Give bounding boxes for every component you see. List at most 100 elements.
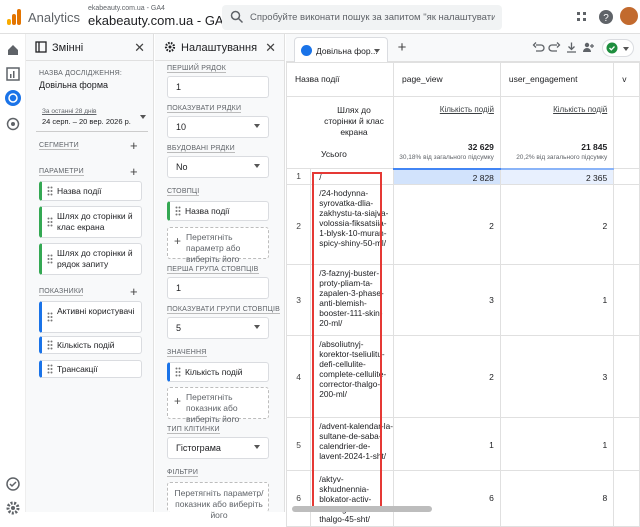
account-name[interactable]: ekabeauty.com.ua - GA4 <box>88 5 165 12</box>
search-input[interactable]: Спробуйте виконати пошук за запитом "як … <box>222 5 502 30</box>
metric-label: Трансакції <box>57 364 98 374</box>
row-dimension-label: Шлях до сторінки й клас екрана <box>324 105 384 137</box>
avatar[interactable] <box>620 7 638 25</box>
close-variables-icon[interactable]: ✕ <box>134 40 145 56</box>
cell-type-select[interactable]: Гістограма <box>167 437 269 459</box>
table-row[interactable]: 5 /advent-kalendar-la-sultane-de-saba-ca… <box>285 417 640 471</box>
total-value: 21 845 <box>581 142 608 152</box>
first-row-input[interactable]: 1 <box>167 76 269 98</box>
apps-grid-icon[interactable] <box>574 9 590 25</box>
variables-icon <box>35 41 47 53</box>
table-row[interactable]: 2 /24-hodynna-syrovatka-dlia-zakhystu-ta… <box>285 184 640 265</box>
chevron-down-icon <box>254 124 260 128</box>
column-header-page-view[interactable]: page_view <box>393 62 501 97</box>
status-toggle[interactable] <box>602 39 634 57</box>
cell-page-view: 2 <box>393 335 501 418</box>
app-title: Analytics <box>28 10 81 25</box>
property-selector[interactable]: ekabeauty.com.ua - GA4 <box>88 13 231 28</box>
metric-label: Кількість подій <box>57 340 115 350</box>
column-chip-event-name[interactable]: Назва події <box>167 201 269 221</box>
total-percent: 20,2% від загального підсумку <box>516 154 608 161</box>
segments-label: СЕГМЕНТИ <box>39 142 79 150</box>
table-row[interactable]: 6 /aktyv-skhudnennia-blokator-activ-refi… <box>285 470 640 527</box>
show-col-groups-select[interactable]: 5 <box>167 317 269 339</box>
close-settings-icon[interactable]: ✕ <box>265 40 276 56</box>
totals-user-engagement: Кількість подій 21 845 20,2% від загальн… <box>499 96 615 169</box>
date-range-selector[interactable]: За останні 28 днів 24 серп. – 20 вер. 20… <box>36 104 148 132</box>
first-row-value: 1 <box>176 82 182 92</box>
show-rows-label: ПОКАЗУВАТИ РЯДКИ <box>167 105 242 113</box>
row-path: /3-faznyj-buster-proty-pliam-ta-zapalen-… <box>310 264 394 336</box>
cell-user-engagement: 2 <box>499 184 615 265</box>
drop-metric-zone[interactable]: + Перетягніть показник або виберіть його <box>167 387 269 424</box>
column-header-next[interactable]: v <box>613 62 640 97</box>
horizontal-scrollbar[interactable] <box>292 506 432 512</box>
metric-chip-event-count[interactable]: Кількість подій <box>39 336 142 354</box>
table-row[interactable]: 1 / 2 828 2 365 <box>285 167 640 185</box>
add-metric-icon[interactable]: + <box>130 284 138 299</box>
metric-label: Кількість подій <box>439 105 494 114</box>
advertising-icon[interactable] <box>5 116 21 132</box>
row-number: 5 <box>285 417 312 471</box>
row-path: / <box>310 168 394 185</box>
free-form-icon <box>301 45 312 56</box>
date-range: 24 серп. – 20 вер. 2026 р. <box>42 117 131 126</box>
column-header-user-engagement[interactable]: user_engagement <box>499 62 615 97</box>
totals-label: Усього <box>321 149 347 159</box>
cell-user-engagement: 1 <box>499 417 615 471</box>
cell-page-view: 2 828 <box>393 167 501 185</box>
exploration-name[interactable]: Довільна форма <box>39 80 108 90</box>
variables-title: Змінні <box>52 42 84 54</box>
cell-user-engagement: 8 <box>499 470 615 527</box>
add-icon: + <box>174 234 182 248</box>
cell-page-view: 6 <box>393 470 501 527</box>
values-label: ЗНАЧЕННЯ <box>167 349 207 357</box>
table-row[interactable]: 4 /absoliutnyj-korektor-tseliulitu-defi-… <box>285 335 640 418</box>
row-number: 1 <box>285 168 312 185</box>
dimension-label: Назва події <box>57 186 102 196</box>
chevron-down-icon <box>140 115 146 119</box>
drop-dimension-zone[interactable]: + Перетягніть параметр або виберіть його <box>167 227 269 264</box>
redo-icon[interactable] <box>548 41 561 54</box>
reports-icon[interactable] <box>5 66 21 82</box>
cell-next <box>613 184 640 265</box>
home-icon[interactable] <box>5 42 21 58</box>
admin-check-icon[interactable] <box>5 476 21 492</box>
add-segment-icon[interactable]: + <box>130 138 138 153</box>
share-user-icon[interactable] <box>582 41 595 54</box>
row-path: /absoliutnyj-korektor-tseliulitu-defi-ce… <box>310 335 394 418</box>
drop-filter-text: Перетягніть параметр/ показник або вибер… <box>174 488 264 520</box>
show-rows-select[interactable]: 10 <box>167 116 269 138</box>
dimension-chip-page-path-class[interactable]: Шлях до сторінки й клас екрана <box>39 206 142 238</box>
report-area: Довільна фор... + Назва події page_view … <box>285 34 640 527</box>
drop-filter-zone[interactable]: Перетягніть параметр/ показник або вибер… <box>167 482 269 520</box>
dimension-chip-page-path-query[interactable]: Шлях до сторінки й рядок запиту <box>39 243 142 275</box>
explore-icon[interactable] <box>5 90 21 106</box>
variables-header: Змінні ✕ <box>26 34 153 61</box>
settings-gear-icon[interactable] <box>5 500 21 516</box>
drag-handle-icon <box>47 340 53 350</box>
add-tab-button[interactable]: + <box>392 39 412 59</box>
dimension-label: Шлях до сторінки й рядок запиту <box>57 248 133 269</box>
table-row[interactable]: 3 /3-faznyj-buster-proty-pliam-ta-zapale… <box>285 264 640 336</box>
metric-chip-transactions[interactable]: Трансакції <box>39 360 142 378</box>
nested-rows-select[interactable]: No <box>167 156 269 178</box>
dimension-chip-event-name[interactable]: Назва події <box>39 181 142 201</box>
chevron-down-icon <box>623 47 629 51</box>
first-col-group-value: 1 <box>176 283 182 293</box>
value-chip-event-count[interactable]: Кількість подій <box>167 362 269 382</box>
show-col-groups-label: ПОКАЗУВАТИ ГРУПИ СТОВПЦІВ <box>167 306 281 314</box>
help-icon[interactable]: ? <box>598 9 614 25</box>
exploration-name-label: НАЗВА ДОСЛІДЖЕННЯ: <box>39 70 123 77</box>
metric-chip-active-users[interactable]: Активні користувачі <box>39 301 142 333</box>
tab-free-form[interactable]: Довільна фор... <box>294 37 388 62</box>
download-icon[interactable] <box>565 41 578 54</box>
undo-icon[interactable] <box>532 41 545 54</box>
first-col-group-input[interactable]: 1 <box>167 277 269 299</box>
drag-handle-icon <box>47 186 53 196</box>
svg-text:?: ? <box>603 13 609 24</box>
add-dimension-icon[interactable]: + <box>130 164 138 179</box>
row-path: /aktyv-skhudnennia-blokator-activ-refini… <box>310 470 394 527</box>
settings-panel: Налаштування ✕ ПЕРШИЙ РЯДОК 1 ПОКАЗУВАТИ… <box>155 34 285 520</box>
total-value: 32 629 <box>467 142 494 152</box>
